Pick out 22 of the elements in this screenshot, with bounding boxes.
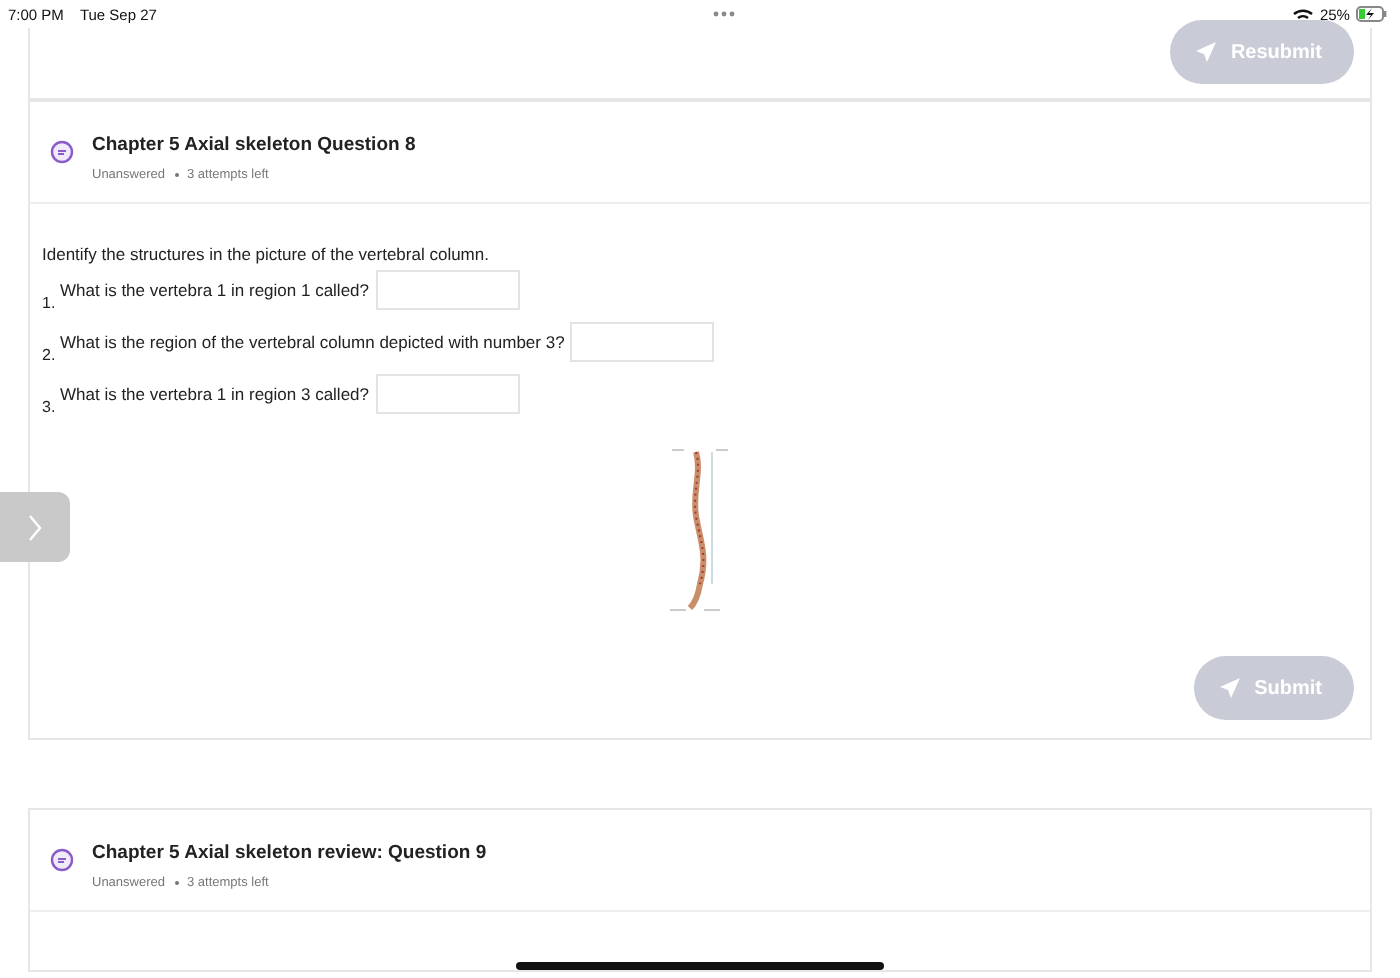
question-text: What is the vertebra 1 in region 3 called? xyxy=(60,384,370,404)
separator-dot-icon xyxy=(173,172,179,178)
question-text: What is the region of the vertebral column depicted with number 3? xyxy=(60,332,565,352)
separator-dot-icon xyxy=(173,880,179,886)
answer-field[interactable] xyxy=(375,270,520,310)
send-icon xyxy=(1218,676,1243,700)
item-number: 2. xyxy=(42,346,58,364)
expand-tab[interactable] xyxy=(0,492,70,562)
item-number: 3. xyxy=(42,398,58,416)
answer-field[interactable] xyxy=(375,374,520,414)
quiz-icon xyxy=(50,140,74,164)
wifi-icon xyxy=(1291,5,1314,23)
question-text: What is the vertebra 1 in region 1 called? xyxy=(60,280,370,300)
question-title: Chapter 5 Axial skeleton review: Question 9 xyxy=(92,842,487,864)
chevron-right-icon xyxy=(28,513,42,541)
more-dots-icon xyxy=(712,10,737,18)
send-icon xyxy=(1194,40,1219,64)
item-number: 1. xyxy=(42,294,58,312)
quiz-icon xyxy=(50,848,74,872)
answer-field[interactable] xyxy=(570,322,715,362)
question-prompt: Identify the structures in the picture of the vertebral column. xyxy=(42,244,491,264)
question-title: Chapter 5 Axial skeleton Question 8 xyxy=(92,134,416,156)
